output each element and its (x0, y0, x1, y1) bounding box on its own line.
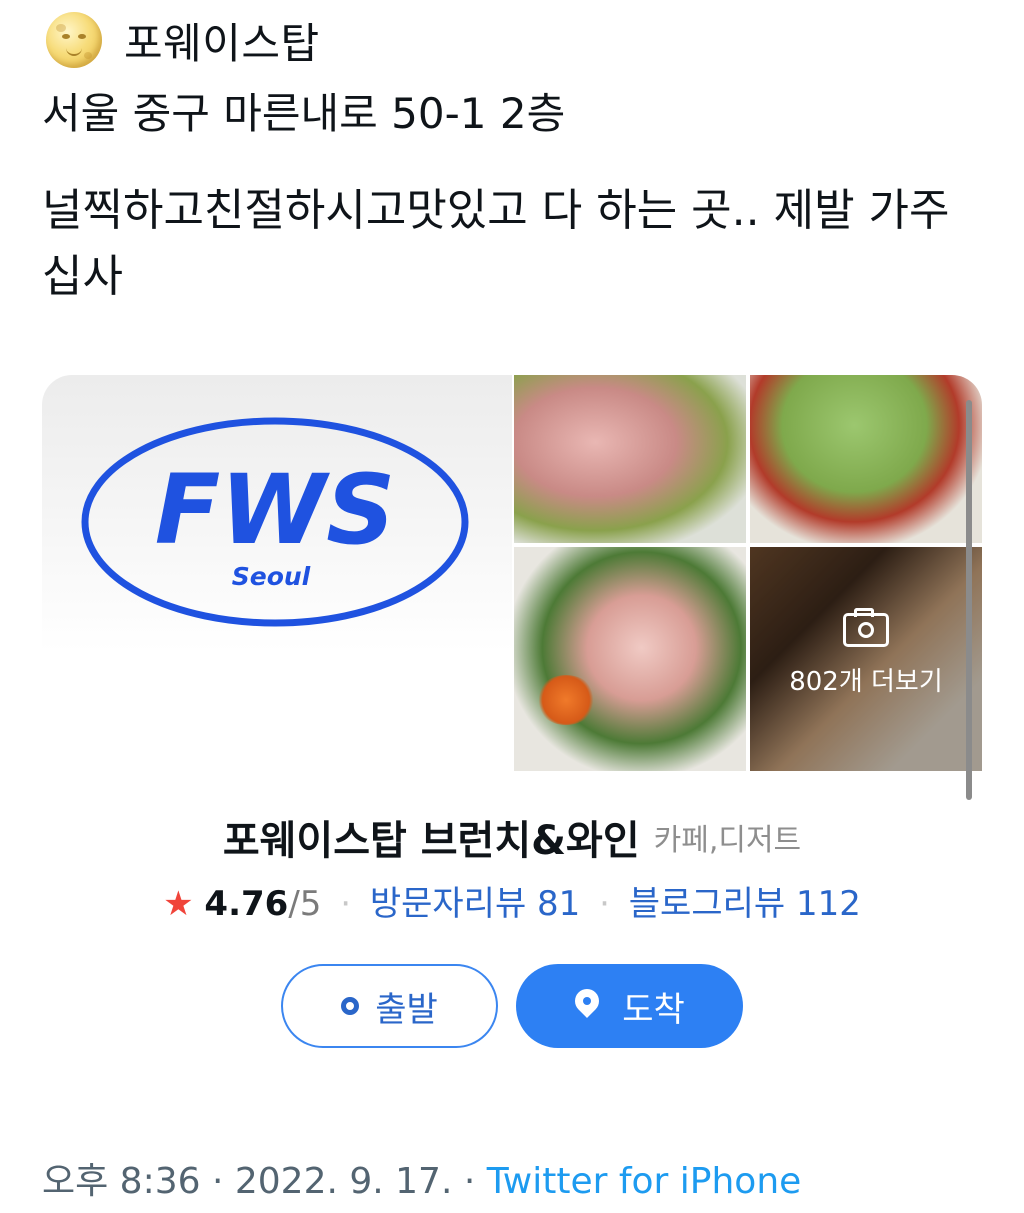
star-icon: ★ (163, 884, 194, 924)
tweet-header: 포웨이스탑 (46, 10, 320, 70)
tweet-timestamp[interactable]: 오후 8:36 · 2022. 9. 17. · (42, 1161, 487, 1202)
separator-dot: · (599, 884, 610, 924)
rating-value: 4.76 (204, 884, 289, 924)
place-category: 카페,디저트 (653, 823, 802, 858)
logo-sub-text: Seoul (232, 562, 311, 591)
arrive-button[interactable]: 도착 (516, 964, 743, 1048)
tweet-footer: 오후 8:36 · 2022. 9. 17. · Twitter for iPh… (42, 1152, 801, 1204)
food-photo-3[interactable] (514, 547, 746, 771)
fws-logo-icon: FWS Seoul (81, 417, 469, 627)
blog-reviews-link[interactable]: 블로그리뷰 112 (629, 884, 861, 924)
depart-button-label: 출발 (375, 989, 438, 1030)
food-photo-2[interactable] (750, 375, 982, 543)
food-photo-4[interactable]: 802개 더보기 (750, 547, 982, 771)
rating-max: /5 (288, 884, 322, 924)
tweet-address: 서울 중구 마른내로 50-1 2층 (42, 89, 566, 138)
fws-logo-image: FWS Seoul (42, 375, 512, 771)
tweet-header-text: 포웨이스탑 (124, 18, 320, 68)
food-photo-1[interactable] (514, 375, 746, 543)
place-card-media[interactable]: FWS Seoul 802개 더보기 (42, 375, 982, 771)
camera-icon (843, 608, 889, 647)
more-photos-label: 802개 더보기 (789, 667, 943, 697)
separator-dot: · (340, 884, 352, 924)
visitor-reviews-link[interactable]: 방문자리뷰 81 (370, 884, 580, 924)
place-name[interactable]: 포웨이스탑 브런치&와인 (223, 818, 640, 864)
origin-icon (341, 997, 360, 1015)
logo-main-text: FWS (155, 454, 396, 566)
tweet-body: 널찍하고친절하시고맛있고 다 하는 곳.. 제발 가주십사 (42, 185, 950, 302)
more-photos-button[interactable]: 802개 더보기 (750, 608, 982, 698)
scrollbar[interactable] (966, 400, 972, 800)
rating-row: ★ 4.76/5 · 방문자리뷰 81 · 블로그리뷰 112 (0, 876, 1024, 925)
depart-button[interactable]: 출발 (281, 964, 498, 1048)
tweet-source-link[interactable]: Twitter for iPhone (487, 1161, 802, 1202)
place-title-row: 포웨이스탑 브런치&와인 카페,디저트 (0, 808, 1024, 866)
full-moon-face-emoji-icon (46, 12, 102, 68)
arrive-button-label: 도착 (622, 989, 685, 1030)
location-pin-icon (574, 989, 600, 1023)
